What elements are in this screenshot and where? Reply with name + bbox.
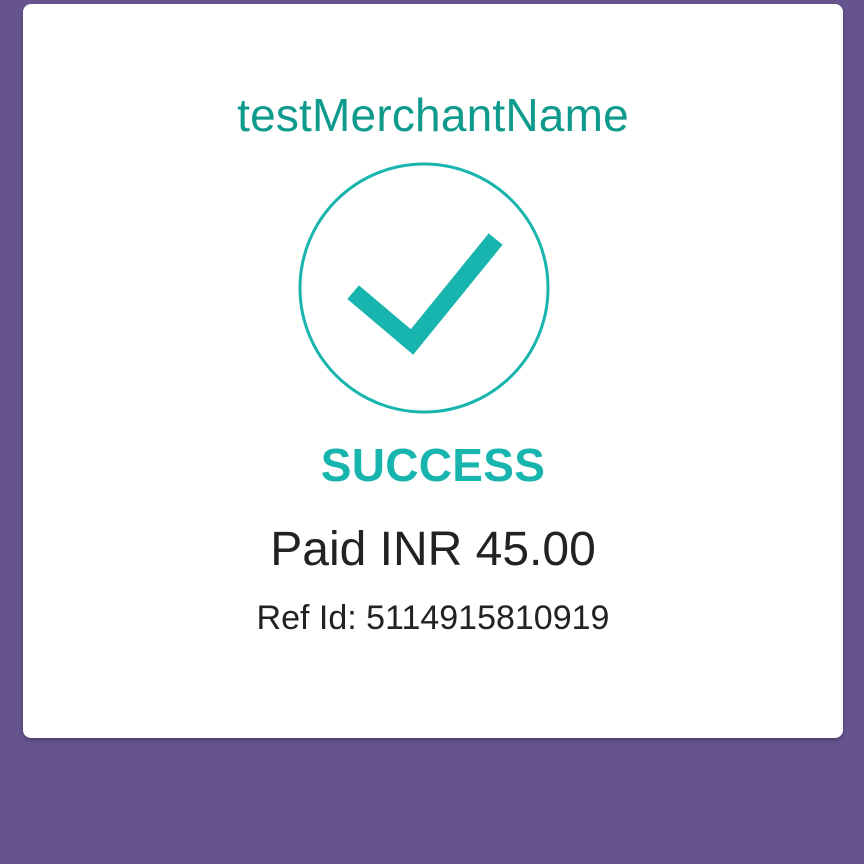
payment-status: SUCCESS — [320, 439, 546, 491]
paid-amount: Paid INR 45.00 — [270, 523, 596, 576]
merchant-name: testMerchantName — [237, 89, 629, 141]
payment-receipt-card: testMerchantName SUCCESS Paid INR 45.00 … — [23, 4, 843, 738]
checkmark-circle-icon — [296, 160, 552, 416]
reference-id: Ref Id: 5114915810919 — [256, 599, 610, 637]
